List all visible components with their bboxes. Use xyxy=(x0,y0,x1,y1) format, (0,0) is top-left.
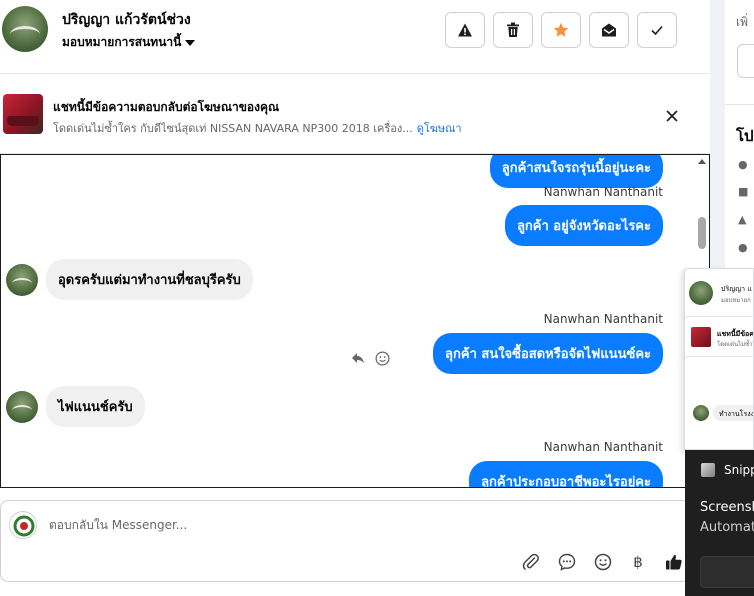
incoming-message[interactable]: ไฟแนนช์ครับ xyxy=(46,386,145,427)
baht-icon: ฿ xyxy=(633,553,643,571)
sender-name: Nanwhan Nanthanit xyxy=(543,312,663,326)
trash-icon xyxy=(507,22,519,37)
sender-name: Nanwhan Nanthanit xyxy=(543,440,663,454)
checkmark-icon xyxy=(651,25,663,36)
contact-avatar-small[interactable] xyxy=(6,264,38,296)
scroll-up-arrow-icon[interactable] xyxy=(698,159,706,164)
side-panel-divider xyxy=(725,104,754,105)
view-ad-link[interactable]: ดูโฆษณา xyxy=(417,122,462,135)
thumbs-up-icon xyxy=(666,554,682,570)
location-pin-icon: ● xyxy=(738,241,748,254)
mini-item-title: ปริญญา แ xyxy=(721,285,752,293)
ad-banner-title: แชทนี้มีข้อความตอบกลับต่อโฆษณาของคุณ xyxy=(53,100,280,114)
paperclip-icon xyxy=(522,553,539,570)
side-panel-top-text: เพิ่ xyxy=(736,15,749,29)
report-spam-button[interactable] xyxy=(445,12,485,48)
smiley-icon xyxy=(594,553,612,571)
notification-subtitle: Automat xyxy=(700,520,754,535)
briefcase-icon: ■ xyxy=(738,185,749,198)
scrollbar-thumb[interactable] xyxy=(698,217,706,249)
star-icon xyxy=(553,22,569,37)
mini-chat-preview[interactable]: ปริญญา แ มอบหมายก แชทนี้มีข้อค โดดเด่นไม… xyxy=(684,268,754,450)
side-panel-button[interactable] xyxy=(737,44,754,78)
star-button[interactable] xyxy=(541,12,581,48)
mini-list-item[interactable]: ทำงานโรงง xyxy=(685,357,754,449)
smiley-icon xyxy=(375,351,389,365)
ad-thumbnail[interactable] xyxy=(3,94,43,134)
like-button[interactable] xyxy=(663,551,685,573)
speech-bubble-icon xyxy=(558,553,576,571)
mini-item-message: ทำงานโรงง xyxy=(719,410,754,418)
close-icon xyxy=(666,110,678,122)
side-panel-heading: โป xyxy=(736,127,754,145)
ad-banner-description: โดดเด่นไม่ซ้ำใคร กับดีไซน์สุดเท่ NISSAN … xyxy=(53,119,462,137)
emoji-button[interactable] xyxy=(592,551,614,573)
page-avatar xyxy=(9,511,37,539)
sender-name: Nanwhan Nanthanit xyxy=(543,185,663,199)
outgoing-message[interactable]: ลูกค้าประกอบอาชีพอะไรอยู่คะ xyxy=(469,461,663,487)
outgoing-message[interactable]: ลูกค้า อยู่จังหวัดอะไรคะ xyxy=(504,205,663,246)
notification-app-name: Snipp xyxy=(724,463,754,477)
notification-title: Screensh xyxy=(700,500,754,515)
mini-avatar xyxy=(693,405,709,421)
message-thread[interactable]: ลูกค้าสนใจรถรุ่นนี้อยู่นะคะ Nanwhan Nant… xyxy=(0,154,710,488)
ad-description-text: โดดเด่นไม่ซ้ำใคร กับดีไซน์สุดเท่ NISSAN … xyxy=(53,122,413,135)
assign-conversation-dropdown[interactable]: มอบหมายการสนทนานี้ xyxy=(62,33,196,52)
outgoing-message[interactable]: ลูกค้าสนใจรถรุ่นนี้อยู่นะคะ xyxy=(489,155,663,188)
caret-down-icon xyxy=(185,39,196,46)
mini-avatar xyxy=(689,281,713,305)
contact-name[interactable]: ปริญญา แก้วรัตน์ช่วง xyxy=(62,9,191,31)
clock-icon: ● xyxy=(738,158,748,171)
notification-action-button[interactable] xyxy=(700,556,754,588)
mini-item-subtitle: โดดเด่นไม่ซ้ำใ xyxy=(717,341,754,348)
reply-input[interactable] xyxy=(49,515,609,535)
react-action[interactable] xyxy=(373,349,391,367)
warning-icon xyxy=(458,23,472,37)
payment-button[interactable]: ฿ xyxy=(627,551,649,573)
mark-done-button[interactable] xyxy=(637,12,677,48)
reply-icon xyxy=(352,353,364,363)
graduation-cap-icon: ▲ xyxy=(738,213,747,226)
mini-list-item[interactable]: แชทนี้มีข้อค โดดเด่นไม่ซ้ำใ xyxy=(685,317,754,357)
close-banner-button[interactable] xyxy=(660,104,684,128)
attach-button[interactable] xyxy=(520,551,542,573)
ad-reply-banner: แชทนี้มีข้อความตอบกลับต่อโฆษณาของคุณ โดด… xyxy=(0,74,710,154)
incoming-message[interactable]: อุดรครับแต่มาทำงานที่ชลบุรีครับ xyxy=(46,259,253,300)
mark-unread-button[interactable] xyxy=(589,12,629,48)
conversation-header: ปริญญา แก้วรัตน์ช่วง มอบหมายการสนทนานี้ xyxy=(0,0,710,74)
reply-composer: ฿ xyxy=(0,500,690,582)
outgoing-message[interactable]: ลุกค้า สนใจซื้อสดหรือจัดไฟแนนซ์คะ xyxy=(433,333,663,374)
page-logo-icon xyxy=(13,515,35,537)
contact-avatar[interactable] xyxy=(2,6,48,52)
contact-avatar-small[interactable] xyxy=(6,391,38,423)
delete-button[interactable] xyxy=(493,12,533,48)
envelope-open-icon xyxy=(602,23,616,37)
reply-action[interactable] xyxy=(349,349,367,367)
saved-replies-button[interactable] xyxy=(556,551,578,573)
mini-ad-thumbnail xyxy=(691,327,711,347)
assign-label: มอบหมายการสนทนานี้ xyxy=(62,35,182,49)
mini-list-item[interactable]: ปริญญา แ มอบหมายก xyxy=(685,269,753,317)
snipping-tool-icon xyxy=(701,463,715,477)
messenger-window: ปริญญา แก้วรัตน์ช่วง มอบหมายการสนทนานี้ xyxy=(0,0,754,596)
mini-item-subtitle: มอบหมายก xyxy=(721,297,751,304)
